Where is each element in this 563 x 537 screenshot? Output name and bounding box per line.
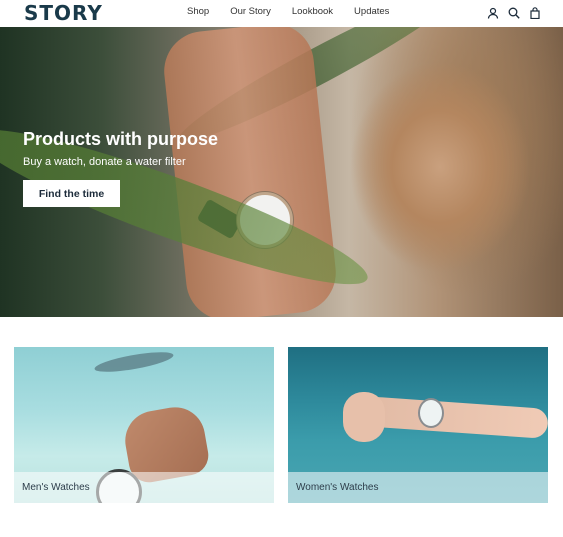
logo[interactable]: STORY <box>24 1 103 25</box>
site-header: STORY Shop Our Story Lookbook Updates <box>0 0 563 28</box>
collection-label[interactable]: Women's Watches <box>296 481 379 494</box>
nav-shop[interactable]: Shop <box>187 6 209 18</box>
collection-card-womens[interactable]: Women's Watches <box>288 347 548 503</box>
main-nav: Shop Our Story Lookbook Updates <box>187 6 410 18</box>
cart-icon[interactable] <box>529 6 541 20</box>
nav-our-story[interactable]: Our Story <box>230 6 271 18</box>
hero-subtitle: Buy a watch, donate a water filter <box>23 156 186 168</box>
hero-title: Products with purpose <box>23 129 219 149</box>
search-icon[interactable] <box>508 6 520 19</box>
watch-image <box>418 398 444 428</box>
hero-banner: Products with purpose Buy a watch, donat… <box>0 27 563 317</box>
nav-updates[interactable]: Updates <box>354 6 389 18</box>
account-icon[interactable] <box>487 6 499 19</box>
header-icons <box>487 6 541 20</box>
shark-image <box>93 348 175 376</box>
nav-lookbook[interactable]: Lookbook <box>292 6 333 18</box>
find-the-time-button[interactable]: Find the time <box>23 180 120 207</box>
collection-card-mens[interactable]: Men's Watches <box>14 347 274 503</box>
hand-image <box>343 392 385 442</box>
collection-label[interactable]: Men's Watches <box>22 481 90 494</box>
